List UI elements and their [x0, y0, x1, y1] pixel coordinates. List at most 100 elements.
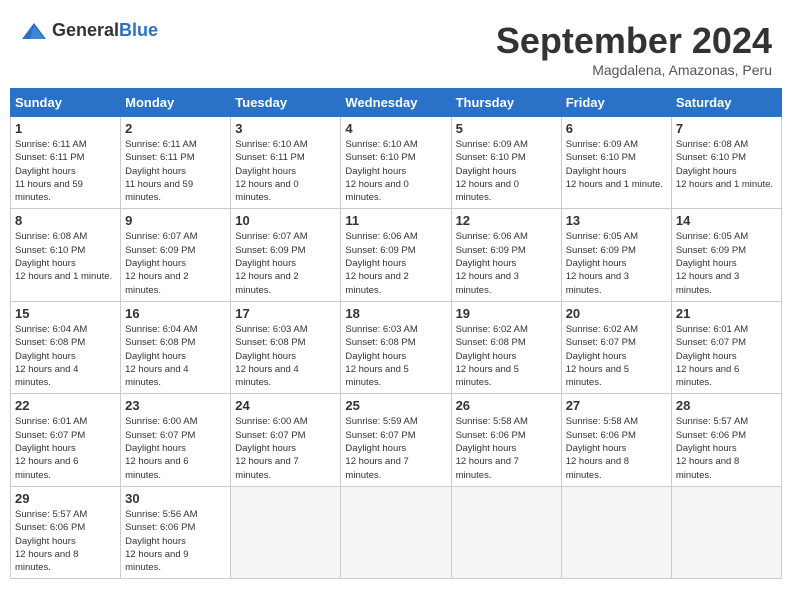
logo: GeneralBlue [20, 20, 158, 41]
table-row: 17 Sunrise: 6:03 AMSunset: 6:08 PMDayligh… [231, 301, 341, 393]
logo-blue: Blue [119, 20, 158, 40]
table-row: 7 Sunrise: 6:08 AMSunset: 6:10 PMDaylight… [671, 117, 781, 209]
day-number: 21 [676, 306, 777, 321]
day-info: Sunrise: 6:05 AMSunset: 6:09 PMDaylight … [566, 230, 667, 296]
table-row: 23Sunrise: 6:00 AMSunset: 6:07 PMDayligh… [121, 394, 231, 486]
table-row: 29Sunrise: 5:57 AMSunset: 6:06 PMDayligh… [11, 486, 121, 578]
day-number: 10 [235, 213, 336, 228]
day-number: 11 [345, 213, 446, 228]
day-info: Sunrise: 5:58 AMSunset: 6:06 PMDaylight … [456, 415, 557, 481]
day-info: Sunrise: 6:06 AMSunset: 6:09 PMDaylight … [456, 230, 557, 296]
table-row: 30Sunrise: 5:56 AMSunset: 6:06 PMDayligh… [121, 486, 231, 578]
location: Magdalena, Amazonas, Peru [496, 62, 772, 78]
day-info: Sunrise: 6:02 AMSunset: 6:07 PMDaylight … [566, 323, 667, 389]
calendar: Sunday Monday Tuesday Wednesday Thursday… [10, 88, 782, 579]
header-row: Sunday Monday Tuesday Wednesday Thursday… [11, 89, 782, 117]
table-row: 24 Sunrise: 6:00 AMSunset: 6:07 PMDayligh… [231, 394, 341, 486]
day-info: Sunrise: 5:58 AMSunset: 6:06 PMDaylight … [566, 415, 667, 481]
day-number: 22 [15, 398, 116, 413]
day-info: Sunrise: 6:03 AMSunset: 6:08 PMDaylight … [345, 323, 446, 389]
day-info: Sunrise: 6:09 AMSunset: 6:10 PMDaylight … [566, 138, 667, 191]
day-number: 18 [345, 306, 446, 321]
day-info: Sunrise: 6:04 AMSunset: 6:08 PMDaylight … [15, 323, 116, 389]
day-number: 1 [15, 121, 116, 136]
col-monday: Monday [121, 89, 231, 117]
day-number: 4 [345, 121, 446, 136]
day-number: 16 [125, 306, 226, 321]
day-info: Sunrise: 6:00 AMSunset: 6:07 PMDaylight … [235, 415, 336, 481]
day-number: 9 [125, 213, 226, 228]
day-number: 20 [566, 306, 667, 321]
day-number: 19 [456, 306, 557, 321]
table-row [671, 486, 781, 578]
table-row [341, 486, 451, 578]
table-row: 12 Sunrise: 6:06 AMSunset: 6:09 PMDayligh… [451, 209, 561, 301]
table-row: 18 Sunrise: 6:03 AMSunset: 6:08 PMDayligh… [341, 301, 451, 393]
title-area: September 2024 Magdalena, Amazonas, Peru [496, 20, 772, 78]
day-number: 5 [456, 121, 557, 136]
day-number: 15 [15, 306, 116, 321]
logo-icon [20, 21, 48, 41]
calendar-row: 8 Sunrise: 6:08 AMSunset: 6:10 PMDaylight… [11, 209, 782, 301]
col-thursday: Thursday [451, 89, 561, 117]
day-number: 13 [566, 213, 667, 228]
month-title: September 2024 [496, 20, 772, 62]
calendar-row: 29Sunrise: 5:57 AMSunset: 6:06 PMDayligh… [11, 486, 782, 578]
day-number: 27 [566, 398, 667, 413]
day-info: Sunrise: 6:08 AMSunset: 6:10 PMDaylight … [15, 230, 116, 283]
table-row: 28 Sunrise: 5:57 AMSunset: 6:06 PMDayligh… [671, 394, 781, 486]
table-row [561, 486, 671, 578]
table-row: 1 Sunrise: 6:11 AMSunset: 6:11 PMDaylight… [11, 117, 121, 209]
day-number: 29 [15, 491, 116, 506]
col-friday: Friday [561, 89, 671, 117]
day-info: Sunrise: 6:10 AMSunset: 6:10 PMDaylight … [345, 138, 446, 204]
table-row: 19 Sunrise: 6:02 AMSunset: 6:08 PMDayligh… [451, 301, 561, 393]
table-row: 25 Sunrise: 5:59 AMSunset: 6:07 PMDayligh… [341, 394, 451, 486]
day-number: 17 [235, 306, 336, 321]
day-info: Sunrise: 6:11 AMSunset: 6:11 PMDaylight … [125, 138, 226, 204]
table-row: 21 Sunrise: 6:01 AMSunset: 6:07 PMDayligh… [671, 301, 781, 393]
day-info: Sunrise: 5:59 AMSunset: 6:07 PMDaylight … [345, 415, 446, 481]
table-row: 14Sunrise: 6:05 AMSunset: 6:09 PMDayligh… [671, 209, 781, 301]
day-number: 14 [676, 213, 777, 228]
day-number: 28 [676, 398, 777, 413]
day-number: 12 [456, 213, 557, 228]
col-tuesday: Tuesday [231, 89, 341, 117]
day-info: Sunrise: 6:07 AMSunset: 6:09 PMDaylight … [235, 230, 336, 296]
col-sunday: Sunday [11, 89, 121, 117]
day-number: 30 [125, 491, 226, 506]
table-row: 11 Sunrise: 6:06 AMSunset: 6:09 PMDayligh… [341, 209, 451, 301]
day-info: Sunrise: 6:11 AMSunset: 6:11 PMDaylight … [15, 138, 116, 204]
table-row: 26 Sunrise: 5:58 AMSunset: 6:06 PMDayligh… [451, 394, 561, 486]
day-info: Sunrise: 6:08 AMSunset: 6:10 PMDaylight … [676, 138, 777, 191]
table-row [231, 486, 341, 578]
calendar-row: 1 Sunrise: 6:11 AMSunset: 6:11 PMDaylight… [11, 117, 782, 209]
day-info: Sunrise: 6:09 AMSunset: 6:10 PMDaylight … [456, 138, 557, 204]
day-number: 6 [566, 121, 667, 136]
day-info: Sunrise: 6:03 AMSunset: 6:08 PMDaylight … [235, 323, 336, 389]
table-row: 4 Sunrise: 6:10 AMSunset: 6:10 PMDaylight… [341, 117, 451, 209]
day-info: Sunrise: 6:01 AMSunset: 6:07 PMDaylight … [676, 323, 777, 389]
day-info: Sunrise: 6:10 AMSunset: 6:11 PMDaylight … [235, 138, 336, 204]
table-row: 10 Sunrise: 6:07 AMSunset: 6:09 PMDayligh… [231, 209, 341, 301]
day-number: 26 [456, 398, 557, 413]
day-number: 3 [235, 121, 336, 136]
page-container: GeneralBlue September 2024 Magdalena, Am… [10, 10, 782, 579]
col-wednesday: Wednesday [341, 89, 451, 117]
day-info: Sunrise: 6:01 AMSunset: 6:07 PMDaylight … [15, 415, 116, 481]
table-row: 2Sunrise: 6:11 AMSunset: 6:11 PMDaylight… [121, 117, 231, 209]
day-number: 24 [235, 398, 336, 413]
day-info: Sunrise: 6:04 AMSunset: 6:08 PMDaylight … [125, 323, 226, 389]
day-number: 7 [676, 121, 777, 136]
day-info: Sunrise: 5:57 AMSunset: 6:06 PMDaylight … [676, 415, 777, 481]
table-row: 16 Sunrise: 6:04 AMSunset: 6:08 PMDayligh… [121, 301, 231, 393]
table-row: 13 Sunrise: 6:05 AMSunset: 6:09 PMDayligh… [561, 209, 671, 301]
day-info: Sunrise: 6:06 AMSunset: 6:09 PMDaylight … [345, 230, 446, 296]
day-number: 25 [345, 398, 446, 413]
day-info: Sunrise: 6:02 AMSunset: 6:08 PMDaylight … [456, 323, 557, 389]
table-row: 22 Sunrise: 6:01 AMSunset: 6:07 PMDayligh… [11, 394, 121, 486]
logo-general: General [52, 20, 119, 40]
table-row: 5 Sunrise: 6:09 AMSunset: 6:10 PMDaylight… [451, 117, 561, 209]
table-row: 9Sunrise: 6:07 AMSunset: 6:09 PMDaylight… [121, 209, 231, 301]
day-number: 8 [15, 213, 116, 228]
